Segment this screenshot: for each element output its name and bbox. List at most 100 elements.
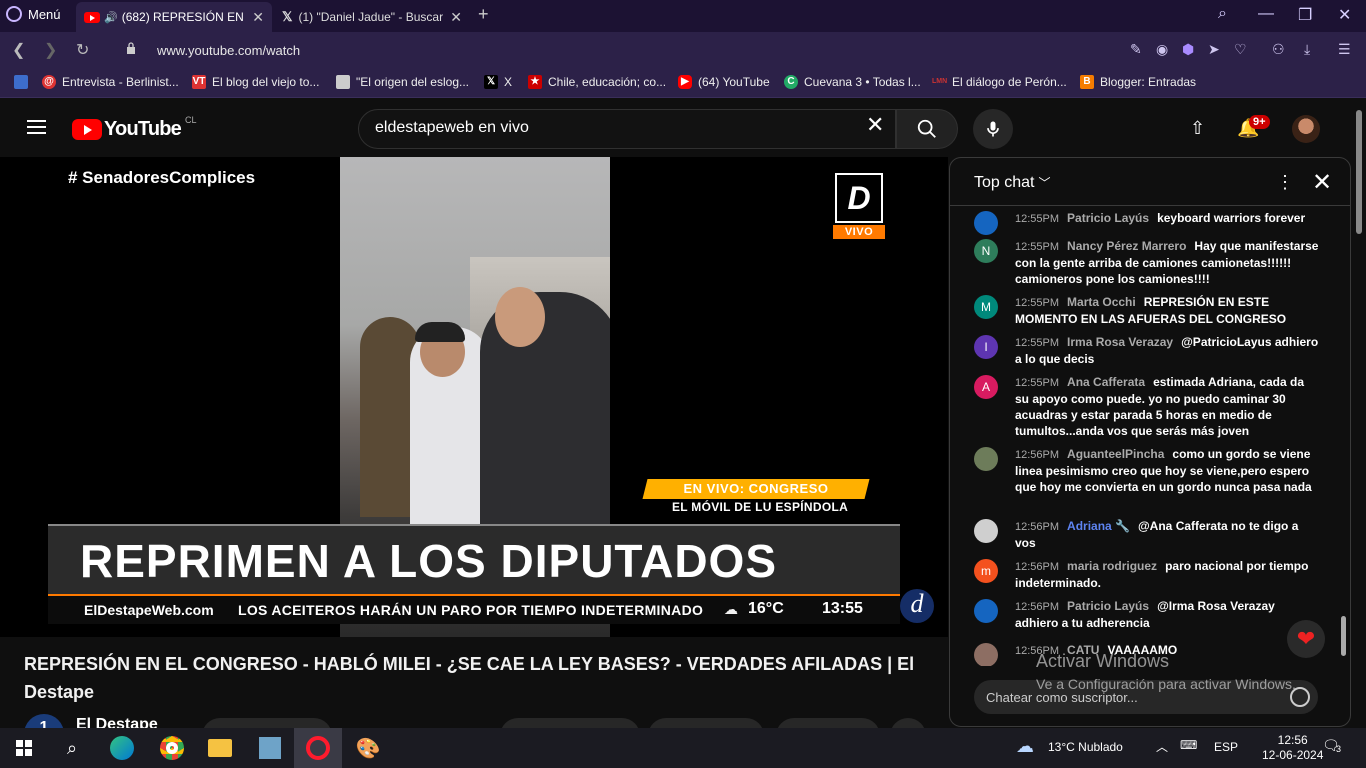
message-author[interactable]: maria rodriguez	[1067, 559, 1157, 573]
opera-taskbar-icon[interactable]	[294, 728, 342, 768]
search-taskbar-icon[interactable]: ⌕	[48, 728, 96, 768]
profile-icon[interactable]: ⚇	[1272, 41, 1285, 58]
clear-search-icon[interactable]: ✕	[866, 112, 884, 138]
account-avatar[interactable]	[1292, 115, 1320, 143]
chat-input[interactable]: Chatear como suscriptor...	[974, 680, 1318, 714]
snapshot-icon[interactable]: ◉	[1156, 41, 1168, 58]
clock[interactable]: 12:56 12-06-2024	[1262, 733, 1323, 763]
bookmark-item[interactable]: VT El blog del viejo to...	[192, 75, 319, 89]
favicon-icon	[336, 75, 350, 89]
user-avatar[interactable]	[974, 643, 998, 666]
download-icon[interactable]: ⤓	[1304, 41, 1310, 58]
bookmarks-folder-icon[interactable]	[14, 75, 28, 89]
message-author[interactable]: Ana Cafferata	[1067, 375, 1145, 389]
download-button[interactable]	[776, 718, 880, 728]
notes-app-icon[interactable]	[246, 728, 294, 768]
user-avatar[interactable]	[974, 599, 998, 623]
windows-logo-icon	[16, 740, 32, 756]
chat-message: N 12:55PM Nancy Pérez Marrero Hay que mani…	[974, 238, 1320, 287]
live-chat-panel: Top chat ﹀ ⋮ ✕ 12:55PM Patricio Layús keybo…	[949, 157, 1351, 727]
paint-app-icon[interactable]: 🎨	[344, 728, 392, 768]
channel-avatar[interactable]: 1	[24, 714, 64, 728]
message-author[interactable]: Patricio Layús	[1067, 211, 1149, 225]
tab-x-search[interactable]: 𝕏 (1) "Daniel Jadue" - Buscar ✕	[274, 2, 470, 32]
edge-icon[interactable]	[98, 728, 146, 768]
el-destape-logo-icon: D	[835, 173, 883, 223]
emoji-icon[interactable]	[1290, 687, 1310, 707]
bookmark-item[interactable]: B Blogger: Entradas	[1080, 75, 1196, 89]
close-window-icon[interactable]: ✕	[1338, 5, 1351, 25]
url-field[interactable]: www.youtube.com/watch	[157, 43, 300, 58]
bookmark-item[interactable]: ▶ (64) YouTube	[678, 75, 770, 89]
bookmark-item[interactable]: 𝕏X	[484, 75, 512, 89]
user-avatar[interactable]	[974, 447, 998, 471]
send-icon[interactable]: ➤	[1208, 41, 1220, 58]
page-scrollbar[interactable]	[1352, 98, 1366, 728]
more-actions-button[interactable]	[890, 718, 926, 728]
bookmark-item[interactable]: C Cuevana 3 • Todas l...	[784, 75, 921, 89]
user-avatar[interactable]: I	[974, 335, 998, 359]
vpn-shield-icon[interactable]: ⬢	[1182, 41, 1194, 58]
tab-close-icon[interactable]: ✕	[252, 9, 264, 26]
message-author[interactable]: Nancy Pérez Marrero	[1067, 239, 1186, 253]
chrome-icon[interactable]	[148, 728, 196, 768]
hidden-icons-chevron-icon[interactable]: ︿	[1156, 738, 1168, 755]
user-avatar[interactable]: M	[974, 295, 998, 319]
back-icon[interactable]: ❮	[12, 40, 25, 60]
chat-message: 12:56PM Adriana 🔧 @Ana Cafferata no te dig…	[974, 518, 1320, 551]
file-explorer-icon[interactable]	[196, 728, 244, 768]
message-author[interactable]: CATU	[1067, 643, 1099, 657]
start-button[interactable]	[0, 728, 48, 768]
user-avatar[interactable]: A	[974, 375, 998, 399]
subscribe-button[interactable]	[202, 718, 332, 728]
chat-message: 12:56PM Patricio Layús @Irma Rosa Verazay …	[974, 598, 1320, 631]
message-author[interactable]: Adriana 🔧	[1067, 519, 1130, 533]
opera-menu-button[interactable]: Menú	[6, 6, 61, 22]
upload-icon[interactable]: ⇧	[1190, 118, 1205, 139]
user-avatar[interactable]: m	[974, 559, 998, 583]
bookmark-item[interactable]: ★ Chile, educación; co...	[528, 75, 666, 89]
message-author[interactable]: Patricio Layús	[1067, 599, 1149, 613]
keyboard-icon[interactable]: ⌨	[1180, 738, 1197, 752]
easy-setup-icon[interactable]: ☰	[1338, 41, 1351, 58]
bookmark-item[interactable]: "El origen del eslog...	[336, 75, 469, 89]
language-indicator[interactable]: ESP	[1214, 740, 1238, 754]
restore-icon[interactable]: ❐	[1298, 5, 1312, 25]
hamburger-menu-icon[interactable]	[27, 120, 46, 134]
search-tabs-icon[interactable]: ⌕	[1218, 5, 1227, 23]
tab-youtube[interactable]: 🔊 (682) REPRESIÓN EN EL ✕	[76, 2, 272, 32]
tab-title: (682) REPRESIÓN EN EL	[121, 10, 247, 24]
reload-icon[interactable]: ↻	[76, 40, 89, 60]
more-options-icon[interactable]: ⋮	[1276, 172, 1294, 193]
bookmarks-bar: @ Entrevista - Berlinist... VT El blog del…	[0, 68, 1366, 98]
youtube-logo[interactable]: YouTube CL	[72, 114, 197, 141]
close-chat-icon[interactable]: ✕	[1312, 168, 1332, 197]
share-button[interactable]	[648, 718, 764, 728]
search-button[interactable]	[896, 109, 958, 149]
search-input[interactable]	[375, 119, 855, 137]
like-dislike-button[interactable]	[500, 718, 640, 728]
chat-scrollbar[interactable]	[1339, 206, 1349, 668]
bookmark-item[interactable]: LMN El diálogo de Perón...	[932, 75, 1067, 89]
minimize-icon[interactable]: —	[1258, 5, 1274, 23]
tab-close-icon[interactable]: ✕	[450, 9, 462, 26]
edit-icon[interactable]: ✎	[1130, 41, 1142, 58]
new-tab-button[interactable]: +	[478, 4, 489, 25]
country-code: CL	[184, 114, 197, 125]
search-box[interactable]	[358, 109, 896, 149]
user-avatar[interactable]: N	[974, 239, 998, 263]
chat-mode-dropdown[interactable]: Top chat ﹀	[974, 174, 1051, 192]
message-author[interactable]: Irma Rosa Verazay	[1067, 335, 1173, 349]
heart-icon[interactable]: ♡	[1234, 41, 1247, 58]
weather-text[interactable]: 13°C Nublado	[1048, 740, 1123, 754]
forward-icon[interactable]: ❯	[44, 40, 57, 60]
bookmark-item[interactable]: @ Entrevista - Berlinist...	[42, 75, 179, 89]
user-avatar[interactable]	[974, 519, 998, 543]
message-author[interactable]: AguanteelPincha	[1067, 447, 1164, 461]
message-author[interactable]: Marta Occhi	[1067, 295, 1136, 309]
voice-search-button[interactable]	[973, 109, 1013, 149]
heart-reaction-icon[interactable]: ❤	[1287, 620, 1325, 658]
channel-name[interactable]: El Destape	[76, 716, 158, 728]
user-avatar[interactable]	[974, 211, 998, 235]
video-player[interactable]: # SenadoresComplices D VIVO EN VIVO: CON…	[0, 157, 948, 637]
